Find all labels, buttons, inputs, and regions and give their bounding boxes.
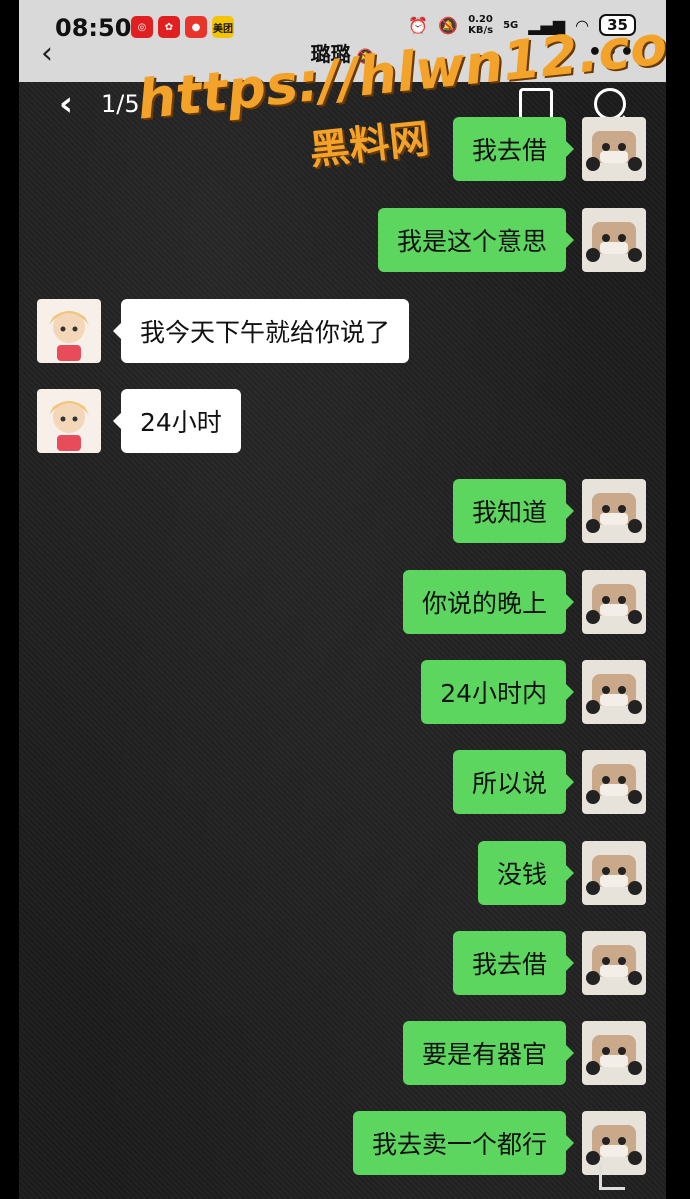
message-row: 我是这个意思 [19, 206, 666, 272]
my-avatar[interactable] [582, 931, 646, 995]
contact-avatar[interactable] [37, 389, 101, 453]
message-row: 我今天下午就给你说了 [19, 297, 666, 363]
meituan-icon: 美团 [212, 16, 234, 38]
received-message-bubble[interactable]: 我今天下午就给你说了 [112, 299, 410, 363]
message-row: 我知道 [19, 477, 666, 543]
taobao-icon: ● [185, 16, 207, 38]
sent-message-bubble[interactable]: 我去借 [452, 117, 575, 181]
net-speed-value: 0.20 [468, 14, 493, 25]
netease-music-icon: ◎ [131, 16, 153, 38]
my-avatar[interactable] [582, 479, 646, 543]
viewer-counter: 1/5 [101, 90, 140, 118]
message-row: 我去借 [19, 929, 666, 995]
my-avatar[interactable] [582, 117, 646, 181]
pinduoduo-icon: ✿ [158, 16, 180, 38]
mute-status-icon: 🔕 [438, 15, 459, 35]
message-row: 24小时内 [19, 658, 666, 724]
sent-message-bubble[interactable]: 我去卖一个都行 [352, 1111, 575, 1175]
sent-message-bubble[interactable]: 我知道 [452, 479, 575, 543]
my-avatar[interactable] [582, 660, 646, 724]
received-message-bubble[interactable]: 24小时 [113, 389, 241, 453]
chat-screenshot: 08:50 ◎ ✿ ● 美团 ⏰ 🔕 0.20 KB/s 5G ▂▄▆ ◠ 35… [19, 0, 666, 1199]
sent-message-bubble[interactable]: 你说的晚上 [402, 570, 575, 634]
message-row: 要是有器官 [19, 1019, 666, 1085]
alarm-icon: ⏰ [408, 15, 429, 35]
sent-message-bubble[interactable]: 所以说 [452, 750, 575, 814]
viewer-corner-icon[interactable] [599, 1164, 625, 1190]
contact-avatar[interactable] [37, 299, 101, 363]
sent-message-bubble[interactable]: 要是有器官 [402, 1021, 575, 1085]
message-row: 所以说 [19, 748, 666, 814]
message-row: 24小时 [19, 387, 666, 453]
sent-message-bubble[interactable]: 我是这个意思 [377, 208, 575, 272]
message-row: 你说的晚上 [19, 568, 666, 634]
my-avatar[interactable] [582, 1021, 646, 1085]
my-avatar[interactable] [582, 208, 646, 272]
sent-message-bubble[interactable]: 没钱 [477, 841, 575, 905]
my-avatar[interactable] [582, 841, 646, 905]
message-row: 没钱 [19, 839, 666, 905]
message-row: 我去卖一个都行 [19, 1109, 666, 1175]
my-avatar[interactable] [582, 750, 646, 814]
my-avatar[interactable] [582, 570, 646, 634]
sent-message-bubble[interactable]: 我去借 [452, 931, 575, 995]
notification-app-icons: ◎ ✿ ● 美团 [131, 16, 234, 38]
sent-message-bubble[interactable]: 24小时内 [421, 660, 574, 724]
